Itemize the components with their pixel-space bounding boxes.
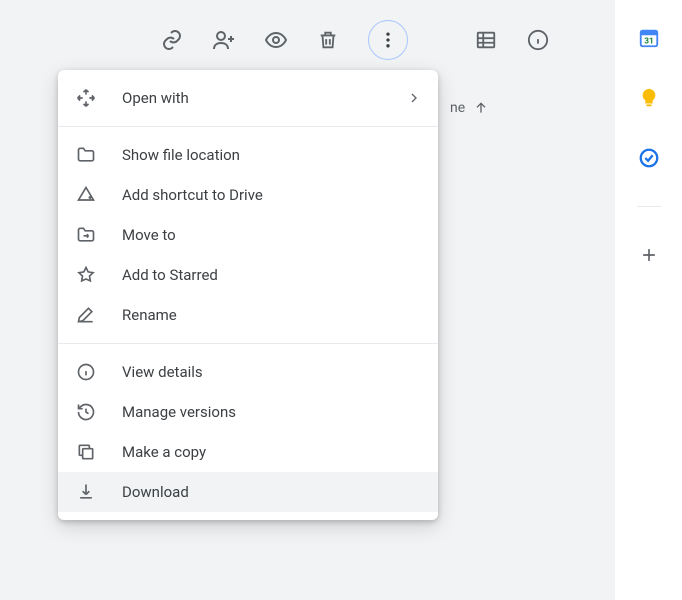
arrow-up-icon[interactable] — [473, 100, 489, 116]
menu-item-add-to-starred[interactable]: Add to Starred — [58, 255, 438, 295]
menu-item-view-details[interactable]: View details — [58, 352, 438, 392]
menu-label: Show file location — [122, 146, 422, 164]
move-to-icon — [74, 223, 98, 247]
menu-label: Download — [122, 483, 422, 501]
svg-text:31: 31 — [644, 37, 653, 47]
menu-divider — [58, 343, 438, 344]
more-actions-button[interactable] — [368, 20, 408, 60]
menu-item-add-shortcut[interactable]: Add shortcut to Drive — [58, 175, 438, 215]
open-with-icon — [74, 86, 98, 110]
menu-item-rename[interactable]: Rename — [58, 295, 438, 335]
add-app-icon[interactable] — [637, 243, 661, 267]
list-view-icon[interactable] — [474, 28, 498, 52]
rename-icon — [74, 303, 98, 327]
menu-item-manage-versions[interactable]: Manage versions — [58, 392, 438, 432]
info-icon[interactable] — [526, 28, 550, 52]
folder-icon — [74, 143, 98, 167]
toolbar — [0, 20, 615, 60]
download-icon — [74, 480, 98, 504]
menu-divider — [58, 126, 438, 127]
menu-label: Move to — [122, 226, 422, 244]
share-person-icon[interactable] — [212, 28, 236, 52]
chevron-right-icon — [406, 90, 422, 106]
copy-icon — [74, 440, 98, 464]
delete-icon[interactable] — [316, 28, 340, 52]
column-header-fragment: ne — [450, 100, 489, 116]
side-panel: 31 — [615, 0, 682, 600]
tasks-app-icon[interactable] — [637, 146, 661, 170]
link-icon[interactable] — [160, 28, 184, 52]
main-area: ne Open with Show file location — [0, 0, 615, 600]
menu-item-download[interactable]: Download — [58, 472, 438, 512]
menu-label: Manage versions — [122, 403, 422, 421]
drive-shortcut-icon — [74, 183, 98, 207]
side-divider — [637, 206, 661, 207]
menu-item-show-file-location[interactable]: Show file location — [58, 135, 438, 175]
menu-item-make-a-copy[interactable]: Make a copy — [58, 432, 438, 472]
menu-label: Add to Starred — [122, 266, 422, 284]
versions-icon — [74, 400, 98, 424]
info-icon — [74, 360, 98, 384]
menu-label: Make a copy — [122, 443, 422, 461]
menu-label: Rename — [122, 306, 422, 324]
calendar-app-icon[interactable]: 31 — [637, 26, 661, 50]
preview-icon[interactable] — [264, 28, 288, 52]
menu-label: Add shortcut to Drive — [122, 186, 422, 204]
menu-item-move-to[interactable]: Move to — [58, 215, 438, 255]
menu-label: View details — [122, 363, 422, 381]
context-menu: Open with Show file location Add shortcu… — [58, 70, 438, 520]
keep-app-icon[interactable] — [637, 86, 661, 110]
column-label: ne — [450, 100, 465, 116]
menu-label: Open with — [122, 89, 406, 107]
star-icon — [74, 263, 98, 287]
menu-item-open-with[interactable]: Open with — [58, 78, 438, 118]
